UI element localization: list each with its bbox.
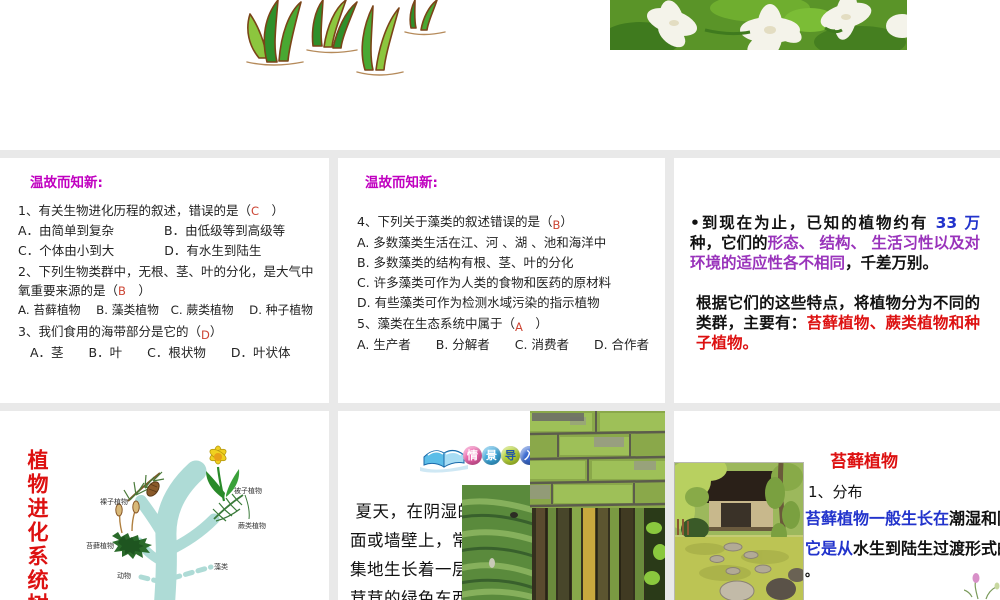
label-algae: 藻类 [214, 562, 228, 571]
slide-scene-intro: 情 景 导 入 夏天，在阴湿的地 面或墙壁上，常密 集地生长着一层毛 茸茸的绿色… [338, 411, 665, 600]
vertical-slide-title: 植物进化系统树 [25, 449, 49, 600]
answer-letter: B [118, 284, 126, 298]
question-2-options: A. 苔藓植物 B. 藻类植物 C. 蕨类植物 D. 种子植物 [18, 303, 313, 317]
slide-title: 温故而知新: [30, 175, 103, 191]
count-highlight: 33 万 [935, 214, 980, 232]
answer-letter: C [250, 204, 259, 218]
label-angiosperm: 被子植物 [234, 486, 262, 495]
period: 。 [805, 565, 819, 580]
question-2-line1: 2、下列生物类群中，无根、茎、叶的分化，是大气中 [18, 264, 314, 279]
question-1-options-cd: C．个体由小到大 D．有水生到陆生 [18, 243, 262, 258]
intro-paragraph-1: •到现在为止，已知的植物约有 33 万种，它们的形态、 结构、 生活习性以及对环… [690, 214, 980, 272]
mossy-rocks-photo [462, 485, 532, 600]
mossy-brick-wall-photo [530, 411, 665, 508]
question-1: 1、有关生物进化历程的叙述，错误的是（C ） [18, 203, 285, 218]
question-4: 4、下列关于藻类的叙述错误的是（B） [357, 214, 573, 232]
answer-letter: A [514, 320, 523, 334]
slide-moss-plants: 苔藓植物 1、分布 苔藓植物一般生长在潮湿和阴暗的环境 它是从水生到陆生过渡形式… [674, 411, 1000, 600]
distribution-line1: 苔藓植物一般生长在潮湿和阴暗的环境 [805, 509, 1000, 528]
question-4-option-a: A. 多数藻类生活在江、河 、湖 、池和海洋中 [357, 235, 607, 250]
slide-review-questions-1: 温故而知新: 1、有关生物进化历程的叙述，错误的是（C ） A．由简单到复杂 B… [0, 158, 329, 403]
slide-evolution-tree: 植物进化系统树 裸子植物 被子植物 蕨类植物 苔藓植物 动物 藻类 [0, 411, 329, 600]
flower-decoration [964, 573, 1000, 600]
subtitle-distribution: 1、分布 [808, 483, 863, 501]
answer-letter: B [552, 218, 561, 232]
row-separator [0, 403, 1000, 411]
label-animal: 动物 [117, 571, 131, 580]
bullet: • [690, 214, 700, 232]
badge-char-qing: 情 [463, 446, 482, 465]
label-moss: 苔藓植物 [86, 541, 114, 550]
question-1-options-ab: A．由简单到复杂 B．由低级等到高级等 [18, 223, 286, 238]
question-5: 5、藻类在生态系统中属于（A ） [357, 316, 548, 334]
column-gutter [665, 150, 674, 600]
document-page: 温故而知新: 1、有关生物进化历程的叙述，错误的是（C ） A．由简单到复杂 B… [0, 0, 1000, 600]
column-gutter [329, 150, 338, 600]
scene-text-line4: 茸茸的绿色东西 [350, 589, 469, 600]
mossy-tree-trunks-photo [532, 508, 665, 600]
question-4-option-d: D. 有些藻类可作为检测水域污染的指示植物 [357, 295, 600, 310]
row-separator [0, 150, 1000, 158]
white-jasmine-flowers-photo [610, 0, 907, 50]
intro-paragraph-2: 根据它们的这些特点，将植物分为不同的类群，主要有：苔藓植物、蕨类植物和种子植物。 [696, 294, 980, 352]
question-4-option-b: B. 多数藻类的结构有根、茎、叶的分化 [357, 255, 574, 270]
question-3: 3、我们食用的海带部分是它的（D） [18, 324, 223, 342]
badge-char-dao: 导 [501, 446, 520, 465]
question-2-line2: 氧重要来源的是（B ） [18, 283, 151, 298]
slide-title: 温故而知新: [365, 175, 438, 191]
label-gymnosperm: 裸子植物 [100, 497, 128, 506]
answer-letter: D [200, 328, 210, 342]
slide-plant-kingdom-intro: •到现在为止，已知的植物约有 33 万种，它们的形态、 结构、 生活习性以及对环… [674, 158, 1000, 403]
slide-review-questions-2: 温故而知新: 4、下列关于藻类的叙述错误的是（B） A. 多数藻类生活在江、河 … [338, 158, 665, 403]
distribution-line2: 它是从水生到陆生过渡形式的代表 [805, 539, 1000, 558]
cartoon-grass-illustration [245, 0, 455, 82]
slide-title: 苔藓植物 [830, 452, 898, 472]
label-fern: 蕨类植物 [238, 521, 266, 530]
photo-watermark [532, 413, 584, 421]
question-3-options: A．茎 B．叶 C．根状物 D．叶状体 [30, 345, 291, 360]
mossy-garden-photo [674, 462, 804, 600]
badge-char-jing: 景 [482, 446, 501, 465]
question-5-options: A. 生产者 B. 分解者 C. 消费者 D. 合作者 [357, 337, 650, 352]
question-4-option-c: C. 许多藻类可作为人类的食物和医药的原材料 [357, 275, 612, 290]
